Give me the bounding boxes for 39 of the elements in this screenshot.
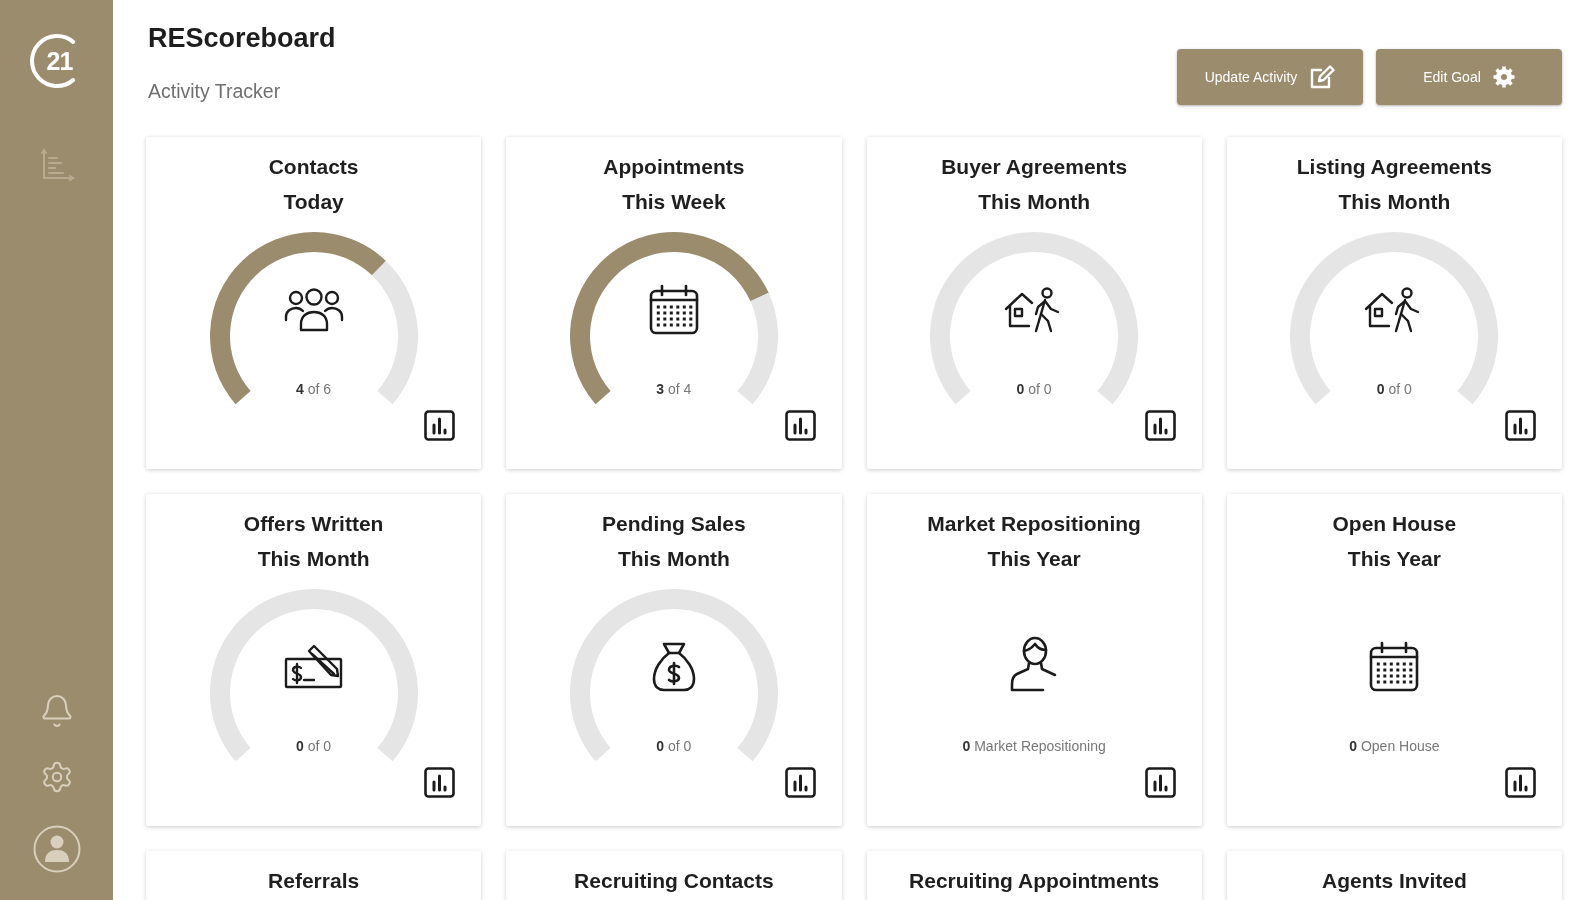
logo[interactable]: 21 xyxy=(28,33,85,89)
progress-reading: 0 of 0 xyxy=(1376,381,1412,397)
progress-reading: 0 of 0 xyxy=(656,738,692,754)
page-title: REScoreboard xyxy=(148,22,336,54)
settings-icon xyxy=(1492,66,1515,88)
progress-reading: 0 Market Repositioning xyxy=(962,738,1106,754)
edit-goal-button[interactable]: Edit Goal xyxy=(1376,49,1562,105)
progress-reading: 0 Open House xyxy=(1349,738,1440,754)
progress-reading: 4 of 6 xyxy=(296,381,332,397)
calendar-icon xyxy=(647,284,700,336)
card-title: Open House This Year xyxy=(1332,511,1457,572)
calendar-icon xyxy=(1368,641,1421,693)
card-title: Referrals xyxy=(268,868,360,894)
update-activity-button[interactable]: Update Activity xyxy=(1177,49,1363,105)
card-title: Market Repositioning This Year xyxy=(927,511,1141,572)
card-title: Contacts Today xyxy=(268,154,359,215)
card-title: Recruiting Contacts xyxy=(574,868,774,894)
bar-chart-icon[interactable] xyxy=(1505,767,1536,798)
cheque-and-pen-icon xyxy=(283,644,344,690)
people-group-icon xyxy=(283,287,344,333)
bar-chart-icon[interactable] xyxy=(1505,410,1536,441)
progress-reading: 0 of 0 xyxy=(296,738,332,754)
bar-chart-icon[interactable] xyxy=(784,410,816,441)
edit-icon xyxy=(1309,64,1336,90)
progress-reading: 3 of 4 xyxy=(656,381,692,397)
card-title: Recruiting Appointments xyxy=(909,868,1160,894)
card-title: Listing Agreements This Month xyxy=(1296,154,1492,215)
card-title: Offers Written This Month xyxy=(243,511,384,572)
card-title: Pending Sales This Month xyxy=(602,511,746,572)
card-title: Appointments This Week xyxy=(603,154,745,215)
progress-reading: 0 of 0 xyxy=(1016,381,1052,397)
card-title: Agents Invited xyxy=(1322,868,1467,894)
page-subtitle: Activity Tracker xyxy=(148,80,282,102)
bar-chart-icon[interactable] xyxy=(424,767,456,798)
bar-chart-icon[interactable] xyxy=(784,767,816,798)
bar-chart-icon[interactable] xyxy=(424,410,456,441)
bar-chart-icon[interactable] xyxy=(1144,410,1176,441)
card-title: Buyer Agreements This Month xyxy=(941,154,1128,215)
bar-chart-icon[interactable] xyxy=(1144,767,1176,798)
